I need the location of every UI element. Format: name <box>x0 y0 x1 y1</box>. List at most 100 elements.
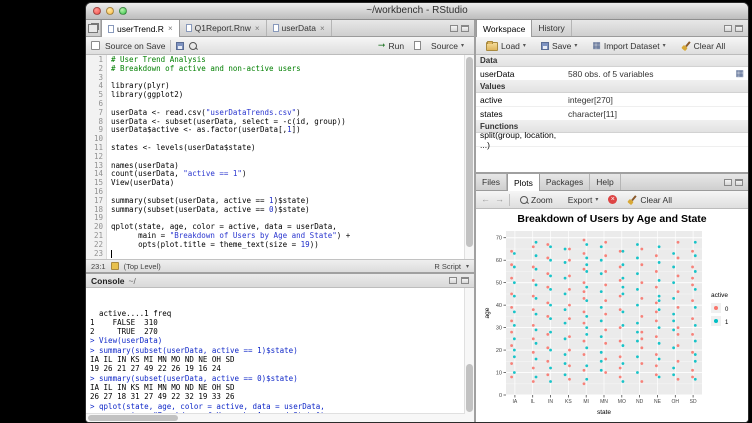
rerun-icon[interactable] <box>414 41 421 50</box>
console-scrollbar-thumb[interactable] <box>466 364 473 412</box>
console-input-line[interactable]: > View(userData) <box>90 336 464 345</box>
console-scrollbar[interactable] <box>464 288 474 422</box>
table-icon: ▦ <box>592 41 601 50</box>
object-name: states <box>480 109 568 119</box>
panes-icon <box>88 24 98 33</box>
console-header: Console ~/ <box>86 274 474 288</box>
console-hscrollbar-thumb[interactable] <box>88 415 178 421</box>
workspace-row[interactable]: activeinteger[270] <box>476 93 748 107</box>
console-output-line[interactable]: IA IL IN KS MI MN MO ND NE OH SD <box>90 383 464 392</box>
code-line[interactable]: states <- levels(userData$state) <box>111 144 474 153</box>
object-name: split(group, location, ...) <box>480 130 568 150</box>
save-icon[interactable] <box>176 42 184 50</box>
code-line[interactable]: library(ggplot2) <box>111 91 474 100</box>
maximize-console-icon[interactable] <box>461 277 469 284</box>
console-output[interactable]: active....1 freq1 FALSE 3102 TRUE 270> V… <box>86 288 474 422</box>
view-data-icon[interactable]: ▦ <box>735 69 744 78</box>
svg-text:active: active <box>711 292 728 299</box>
load-workspace-button[interactable]: Load ▾ <box>481 38 531 53</box>
tab-label: userData <box>282 23 317 33</box>
window-titlebar[interactable]: ~/workbench - RStudio <box>86 3 748 20</box>
scope-label[interactable]: (Top Level) <box>124 262 161 271</box>
tab-files[interactable]: Files <box>476 174 507 190</box>
console-hscrollbar[interactable] <box>86 413 465 422</box>
left-column: userTrend.R×Q1Report.Rnw×userData× Sourc… <box>86 20 476 422</box>
clear-workspace-button[interactable]: Clear All <box>676 39 731 53</box>
console-output-line[interactable]: active....1 freq <box>90 309 464 318</box>
next-plot-icon[interactable]: → <box>495 195 504 204</box>
tab-plots[interactable]: Plots <box>507 174 540 191</box>
filetype-label[interactable]: R Script <box>434 262 461 271</box>
svg-text:40: 40 <box>496 303 502 309</box>
tab-label: Q1Report.Rnw <box>195 23 251 33</box>
svg-text:0: 0 <box>499 393 502 399</box>
console-output-line[interactable]: 19 26 21 27 49 22 26 19 16 24 <box>90 364 464 373</box>
export-label: Export <box>568 195 593 205</box>
close-tab-icon[interactable]: × <box>168 24 173 33</box>
tab-workspace[interactable]: Workspace <box>476 20 532 37</box>
previous-plot-icon[interactable]: ← <box>481 195 490 204</box>
source-button[interactable]: Source ▾ <box>426 39 469 53</box>
save-workspace-button[interactable]: Save ▾ <box>536 39 582 53</box>
editor-tab-userdata[interactable]: userData× <box>267 20 332 36</box>
workspace-row[interactable]: statescharacter[11] <box>476 107 748 121</box>
console-input-line[interactable]: > summary(subset(userData, active == 0)$… <box>90 374 464 383</box>
console-output-line[interactable]: 26 27 18 31 27 49 22 32 19 33 26 <box>90 392 464 401</box>
console-input-line[interactable]: > summary(subset(userData, active == 1)$… <box>90 346 464 355</box>
source-on-save-checkbox[interactable] <box>91 41 100 50</box>
minimize-console-icon[interactable] <box>449 277 457 284</box>
maximize-pane-icon[interactable] <box>735 25 743 32</box>
svg-text:SD: SD <box>690 399 697 405</box>
editor-tab-usertrend-r[interactable]: userTrend.R× <box>101 20 180 37</box>
editor-scrollbar-thumb[interactable] <box>466 57 473 247</box>
workspace-row[interactable]: userData580 obs. of 5 variables▦ <box>476 67 748 81</box>
clear-plots-button[interactable]: Clear All <box>622 193 677 207</box>
code-line[interactable]: # Breakdown of active and non-active use… <box>111 65 474 74</box>
broom-icon <box>681 41 691 51</box>
close-tab-icon[interactable]: × <box>320 24 325 33</box>
tab-history[interactable]: History <box>532 20 571 36</box>
show-document-outline-button[interactable] <box>86 20 101 36</box>
cursor-position: 23:1 <box>91 262 106 271</box>
source-on-save-label: Source on Save <box>105 41 165 51</box>
code-line[interactable]: summary(subset(userData, active == 0)$st… <box>111 206 474 215</box>
load-label: Load <box>501 41 520 51</box>
minimize-pane-icon[interactable] <box>724 25 732 32</box>
tab-label: History <box>538 23 564 33</box>
code-line[interactable]: userData$active <- as.factor(userData[,1… <box>111 126 474 135</box>
save-icon <box>541 42 549 50</box>
maximize-pane-icon[interactable] <box>461 25 469 32</box>
plot-canvas: 010203040506070IAILINKSMIMNMONDNEOHSDage… <box>480 225 744 422</box>
tab-packages[interactable]: Packages <box>540 174 590 190</box>
editor-statusbar: 23:1 (Top Level) R Script ▾ <box>86 259 474 272</box>
run-button[interactable]: ➞ Run <box>373 39 409 53</box>
close-tab-icon[interactable]: × <box>255 24 260 33</box>
r-file-icon <box>273 24 279 32</box>
console-output-line[interactable]: 1 FALSE 310 <box>90 318 464 327</box>
toolbar-separator <box>170 40 171 52</box>
workspace-row[interactable]: split(group, location, ...) <box>476 133 748 147</box>
remove-plot-icon[interactable]: × <box>608 195 617 204</box>
svg-text:IL: IL <box>531 399 535 405</box>
find-replace-icon[interactable] <box>189 42 197 50</box>
tab-label: Workspace <box>483 24 525 34</box>
maximize-pane-icon[interactable] <box>735 179 743 186</box>
minimize-pane-icon[interactable] <box>450 25 458 32</box>
console-input-line[interactable]: > qplot(state, age, color = active, data… <box>90 402 464 411</box>
plot-viewer: Breakdown of Users by Age and State 0102… <box>476 209 748 422</box>
code-line[interactable] <box>111 250 474 259</box>
code-line[interactable]: View(userData) <box>111 179 474 188</box>
editor-scrollbar[interactable] <box>464 55 474 259</box>
console-output-line[interactable]: IA IL IN KS MI MN MO ND NE OH SD <box>90 355 464 364</box>
export-plot-button[interactable]: Export ▾ <box>563 193 604 207</box>
console-output-line[interactable]: 2 TRUE 270 <box>90 327 464 336</box>
code-lines[interactable]: # User Trend Analysis# Breakdown of acti… <box>107 55 474 259</box>
code-editor[interactable]: 1234567891011121314151617181920212223 # … <box>86 55 474 259</box>
minimize-pane-icon[interactable] <box>724 179 732 186</box>
import-dataset-button[interactable]: ▦ Import Dataset ▾ <box>587 39 670 53</box>
editor-tab-q1report-rnw[interactable]: Q1Report.Rnw × <box>180 20 267 36</box>
zoom-plot-button[interactable]: Zoom <box>515 193 558 207</box>
console-working-directory[interactable]: ~/ <box>129 276 136 286</box>
tab-help[interactable]: Help <box>590 174 620 190</box>
code-line[interactable]: opts(plot.title = theme_text(size = 19)) <box>111 241 474 250</box>
